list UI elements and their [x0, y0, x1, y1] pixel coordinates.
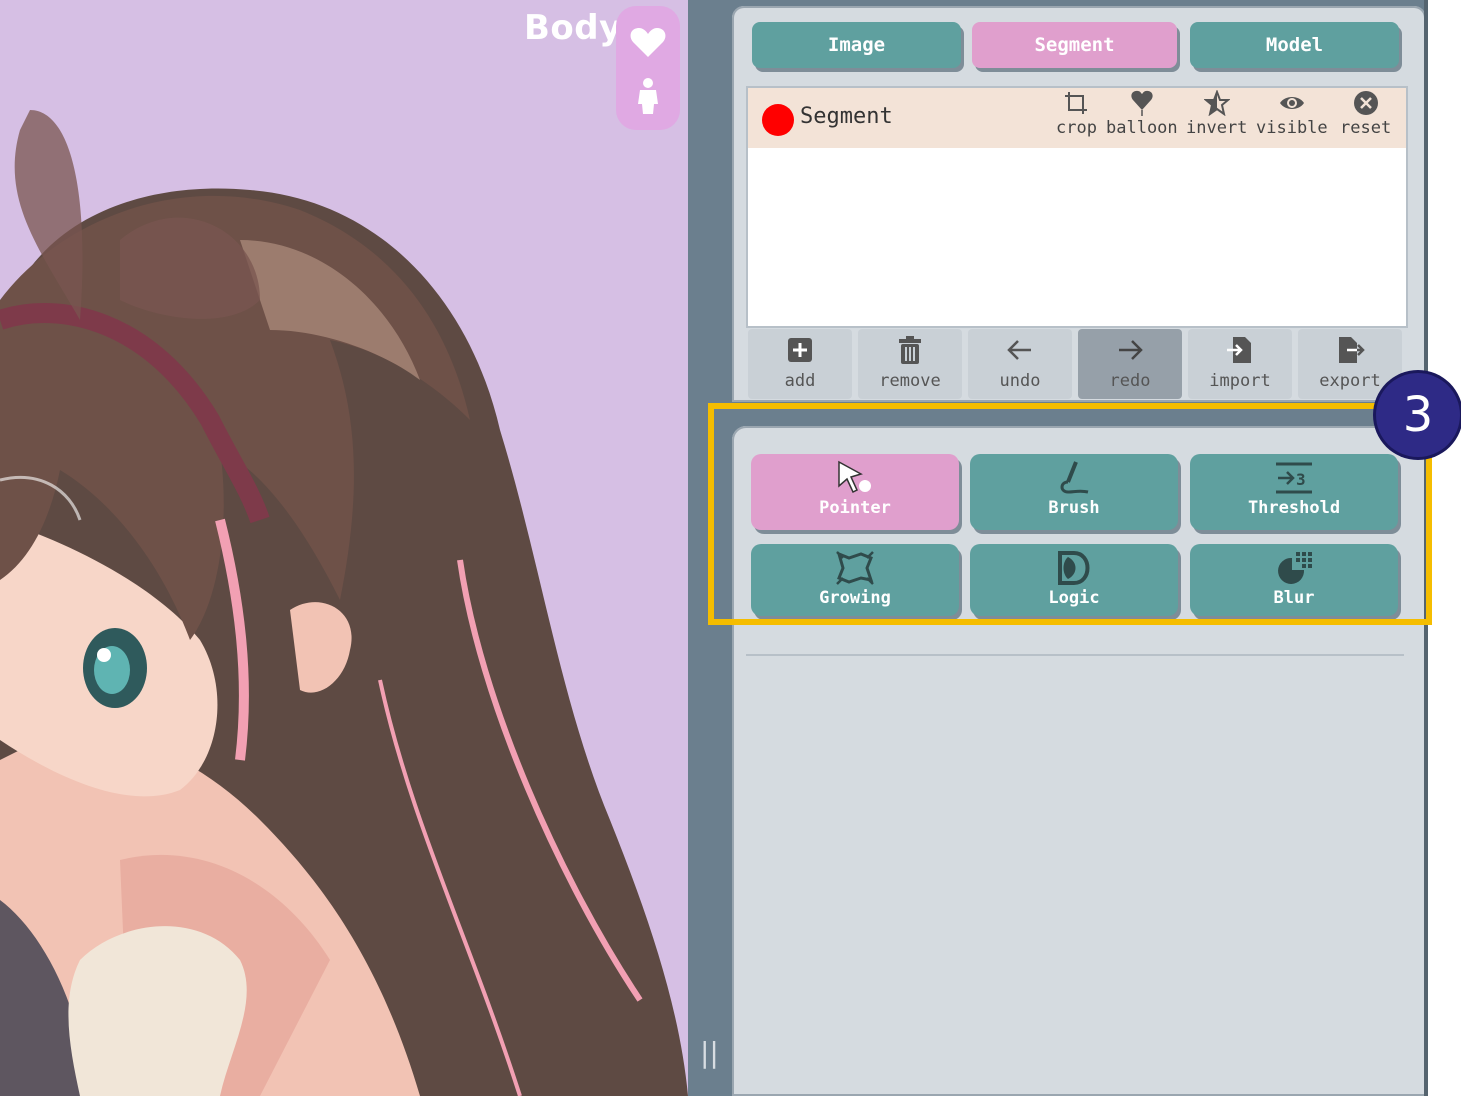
crop-action[interactable]: crop — [1056, 90, 1097, 146]
file-import-icon — [1227, 337, 1251, 363]
redo-button[interactable]: redo — [1078, 329, 1182, 399]
tools-highlight-box — [708, 403, 1432, 625]
undo-button[interactable]: undo — [968, 329, 1072, 399]
plus-square-icon — [788, 338, 812, 362]
segment-list[interactable]: Segment crop balloon invert visible rese… — [746, 86, 1408, 328]
eye-icon — [1279, 97, 1304, 109]
reset-action[interactable]: reset — [1340, 90, 1391, 146]
tab-model[interactable]: Model — [1190, 22, 1399, 68]
person-icon[interactable] — [628, 76, 668, 116]
balloon-label: balloon — [1106, 118, 1178, 138]
balloon-action[interactable]: balloon — [1106, 90, 1178, 146]
invert-label: invert — [1186, 118, 1248, 138]
body-part-selector[interactable] — [616, 6, 680, 130]
heart-icon[interactable] — [628, 22, 668, 62]
character-render — [0, 110, 688, 1096]
balloon-icon — [1131, 90, 1153, 116]
import-button[interactable]: import — [1188, 329, 1292, 399]
invert-action[interactable]: invert — [1186, 90, 1247, 146]
crop-icon — [1065, 92, 1088, 114]
segment-color-dot[interactable] — [762, 104, 794, 136]
step-number-badge: 3 — [1376, 373, 1460, 457]
splitter-grip[interactable]: || — [700, 1036, 719, 1069]
close-circle-icon — [1353, 91, 1378, 115]
export-label: export — [1319, 371, 1381, 391]
visible-action[interactable]: visible — [1256, 90, 1328, 146]
reset-label: reset — [1340, 118, 1392, 138]
tab-image[interactable]: Image — [752, 22, 961, 68]
arrow-right-icon — [1119, 340, 1143, 360]
remove-label: remove — [879, 371, 941, 391]
add-label: add — [784, 371, 816, 391]
file-export-icon — [1339, 337, 1365, 363]
import-label: import — [1209, 371, 1271, 391]
model-viewport[interactable]: Body — [0, 0, 688, 1096]
panel-divider — [746, 654, 1404, 656]
segment-name[interactable]: Segment — [800, 104, 893, 129]
segment-row[interactable]: Segment crop balloon invert visible rese… — [748, 88, 1406, 148]
view-mode-label: Body — [524, 8, 622, 48]
remove-button[interactable]: remove — [858, 329, 962, 399]
arrow-left-icon — [1007, 340, 1031, 360]
crop-label: crop — [1056, 118, 1097, 138]
tab-segment[interactable]: Segment — [972, 22, 1177, 68]
undo-label: undo — [999, 371, 1041, 391]
star-invert-icon — [1203, 90, 1230, 116]
add-button[interactable]: add — [748, 329, 852, 399]
visible-label: visible — [1256, 118, 1328, 138]
trash-icon — [899, 336, 921, 364]
redo-label: redo — [1109, 371, 1151, 391]
